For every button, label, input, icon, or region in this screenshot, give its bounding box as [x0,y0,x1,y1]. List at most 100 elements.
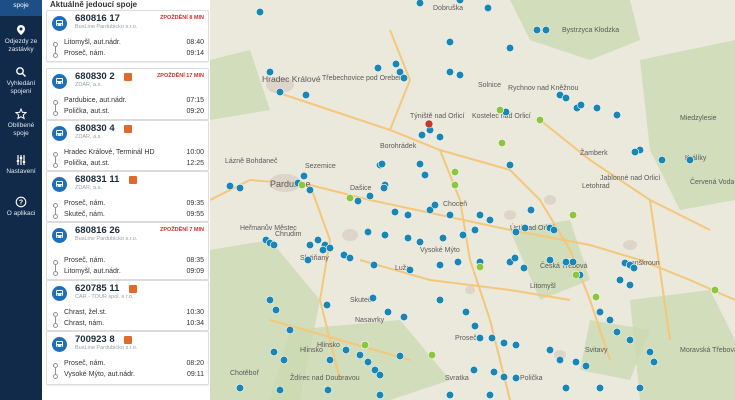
vehicle-marker[interactable] [415,237,425,247]
vehicle-marker[interactable] [571,270,581,280]
vehicle-marker[interactable] [391,59,401,69]
vehicle-marker[interactable] [520,223,530,233]
vehicle-marker[interactable] [415,0,425,8]
vehicle-marker[interactable] [435,132,445,142]
vehicle-marker[interactable] [475,210,485,220]
vehicle-marker[interactable] [458,230,468,240]
vehicle-marker[interactable] [373,63,383,73]
connection-card[interactable]: 680830 2 ZDAR, a.s. ZPOŽDĚNÍ 17 MIN Pardubi… [46,68,209,120]
vehicle-marker[interactable] [345,193,355,203]
vehicle-marker[interactable] [438,233,448,243]
vehicle-marker[interactable] [561,257,571,267]
vehicle-marker[interactable] [555,355,565,365]
vehicle-marker[interactable] [375,370,385,380]
connection-card[interactable]: 680816 26 BusLine Pardubicko s.r.o. ZPOŽDĚ… [46,222,209,280]
vehicle-marker[interactable] [461,307,471,317]
vehicle-marker[interactable] [279,355,289,365]
vehicle-marker[interactable] [489,367,499,377]
vehicle-marker[interactable] [265,295,275,305]
vehicle-marker[interactable] [545,345,555,355]
vehicle-marker[interactable] [625,335,635,345]
vehicle-marker[interactable] [301,90,311,100]
vehicle-marker[interactable] [511,340,521,350]
vehicle-marker[interactable] [313,235,323,245]
vehicle-marker[interactable] [629,263,639,273]
vehicle-marker[interactable] [595,383,605,393]
vehicle-marker[interactable] [275,87,285,97]
vehicle-marker[interactable] [545,255,555,265]
vehicle-marker[interactable] [505,43,515,53]
vehicle-marker[interactable] [305,185,315,195]
vehicle-marker[interactable] [526,205,536,215]
vehicle-marker[interactable] [363,227,373,237]
vehicle-marker[interactable] [487,333,497,343]
vehicle-marker[interactable] [420,170,430,180]
vehicle-marker[interactable] [305,240,315,250]
nav-item-settings[interactable]: Nastavení [0,154,42,176]
vehicle-marker[interactable] [625,280,635,290]
vehicle-marker[interactable] [505,160,515,170]
vehicle-marker[interactable] [591,292,601,302]
vehicle-marker[interactable] [445,67,455,77]
nav-item-spoje[interactable]: spoje [0,0,42,16]
vehicle-marker[interactable] [497,138,507,148]
vehicle-marker[interactable] [511,373,521,383]
vehicle-marker[interactable] [403,233,413,243]
vehicle-marker[interactable] [415,159,425,169]
vehicle-marker[interactable] [592,103,602,113]
vehicle-marker[interactable] [225,181,235,191]
vehicle-marker[interactable] [390,207,400,217]
vehicle-marker[interactable] [255,7,265,17]
vehicle-marker[interactable] [581,361,591,371]
vehicle-marker[interactable] [435,295,445,305]
vehicle-marker[interactable] [399,73,409,83]
vehicle-marker[interactable] [469,365,479,375]
vehicle-marker[interactable] [353,196,363,206]
nav-item-about[interactable]: ? O aplikaci [0,196,42,218]
vehicle-marker[interactable] [519,263,529,273]
vehicle-marker[interactable] [595,307,605,317]
vehicle-marker[interactable] [499,372,509,382]
vehicle-marker[interactable] [285,325,295,335]
vehicle-marker[interactable] [510,253,520,263]
vehicle-marker[interactable] [568,257,578,267]
vehicle-marker[interactable] [485,390,495,400]
nav-item-search-connection[interactable]: Vyhledání spojení [0,66,42,96]
vehicle-marker[interactable] [470,225,480,235]
vehicle-marker[interactable] [424,119,434,129]
connection-card[interactable]: 620785 11 CAR - TOUR spol. s r.o. Chrast, … [46,280,209,331]
vehicle-marker[interactable] [318,245,328,255]
vehicle-marker[interactable] [323,385,333,395]
vehicle-marker[interactable] [455,70,465,80]
vehicle-marker[interactable] [605,315,615,325]
vehicle-marker[interactable] [403,210,413,220]
vehicle-marker[interactable] [435,260,445,270]
vehicle-marker[interactable] [265,67,275,77]
vehicle-marker[interactable] [549,225,559,235]
nav-item-favorites[interactable]: Oblíbené spoje [0,108,42,138]
vehicle-marker[interactable] [453,257,463,267]
vehicle-marker[interactable] [445,210,455,220]
connection-card[interactable]: 680816 17 BusLine Pardubicko s.r.o. ZPOŽDĚ… [46,10,209,62]
vehicle-marker[interactable] [532,25,542,35]
vehicle-marker[interactable] [615,275,625,285]
vehicle-marker[interactable] [417,130,427,140]
vehicle-marker[interactable] [657,155,667,165]
vehicle-marker[interactable] [355,350,365,360]
vehicle-marker[interactable] [571,357,581,367]
vehicle-marker[interactable] [475,333,485,343]
vehicle-marker[interactable] [445,37,455,47]
vehicle-marker[interactable] [379,183,389,193]
vehicle-marker[interactable] [363,357,373,367]
vehicle-marker[interactable] [475,262,485,272]
vehicle-marker[interactable] [368,293,378,303]
vehicle-marker[interactable] [303,255,313,265]
vehicle-marker[interactable] [269,347,279,357]
vehicle-marker[interactable] [369,260,379,270]
vehicle-marker[interactable] [345,253,355,263]
vehicle-marker[interactable] [450,180,460,190]
vehicle-marker[interactable] [383,307,393,317]
vehicle-marker[interactable] [511,227,521,237]
vehicle-marker[interactable] [649,357,659,367]
vehicle-marker[interactable] [645,347,655,357]
